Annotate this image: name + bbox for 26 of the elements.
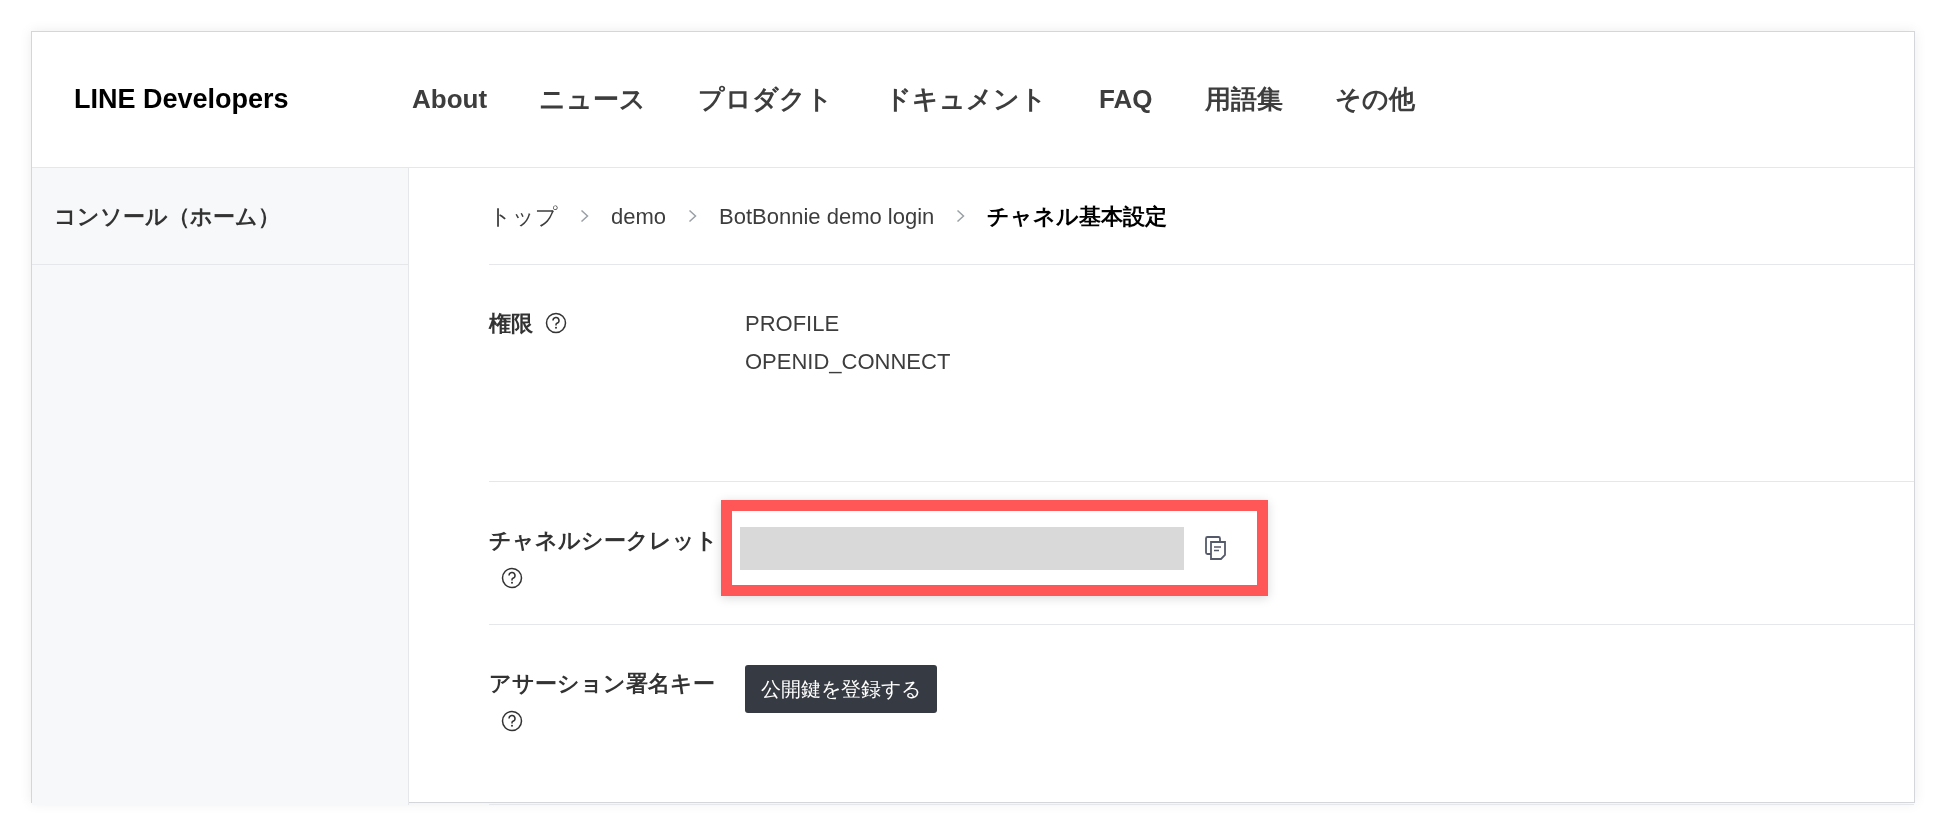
logo[interactable]: LINE Developers: [74, 79, 404, 120]
nav-link[interactable]: プロダクト: [698, 80, 834, 119]
copy-icon[interactable]: [1204, 535, 1228, 561]
nav-link[interactable]: その他: [1334, 80, 1415, 119]
breadcrumb-link[interactable]: トップ: [489, 199, 558, 233]
field-label: アサーション署名キー: [489, 671, 715, 696]
nav-link[interactable]: 用語集: [1204, 80, 1283, 119]
breadcrumb-link[interactable]: demo: [611, 199, 667, 233]
breadcrumb-link[interactable]: BotBonnie demo login: [719, 199, 935, 233]
help-icon[interactable]: [501, 567, 523, 589]
breadcrumb-current: チャネル基本設定: [987, 202, 1168, 231]
nav-link[interactable]: ドキュメント: [885, 80, 1048, 119]
nav-link[interactable]: About: [412, 80, 488, 119]
chevron-icon: [580, 209, 589, 223]
nav-link[interactable]: ニュース: [539, 80, 647, 119]
register-key-button[interactable]: 公開鍵を登録する: [745, 665, 937, 713]
permission-value: PROFILE: [745, 310, 841, 338]
nav-link[interactable]: FAQ: [1099, 80, 1153, 119]
chevron-icon: [956, 209, 966, 223]
field-label: 権限: [489, 311, 533, 336]
sidebar-item[interactable]: コンソール（ホーム）: [32, 168, 408, 265]
permission-value: OPENID_CONNECT: [745, 348, 951, 376]
help-icon[interactable]: [501, 710, 523, 732]
chevron-icon: [688, 209, 698, 223]
help-icon[interactable]: [545, 312, 567, 334]
field-label: チャネルシークレット: [489, 528, 718, 553]
